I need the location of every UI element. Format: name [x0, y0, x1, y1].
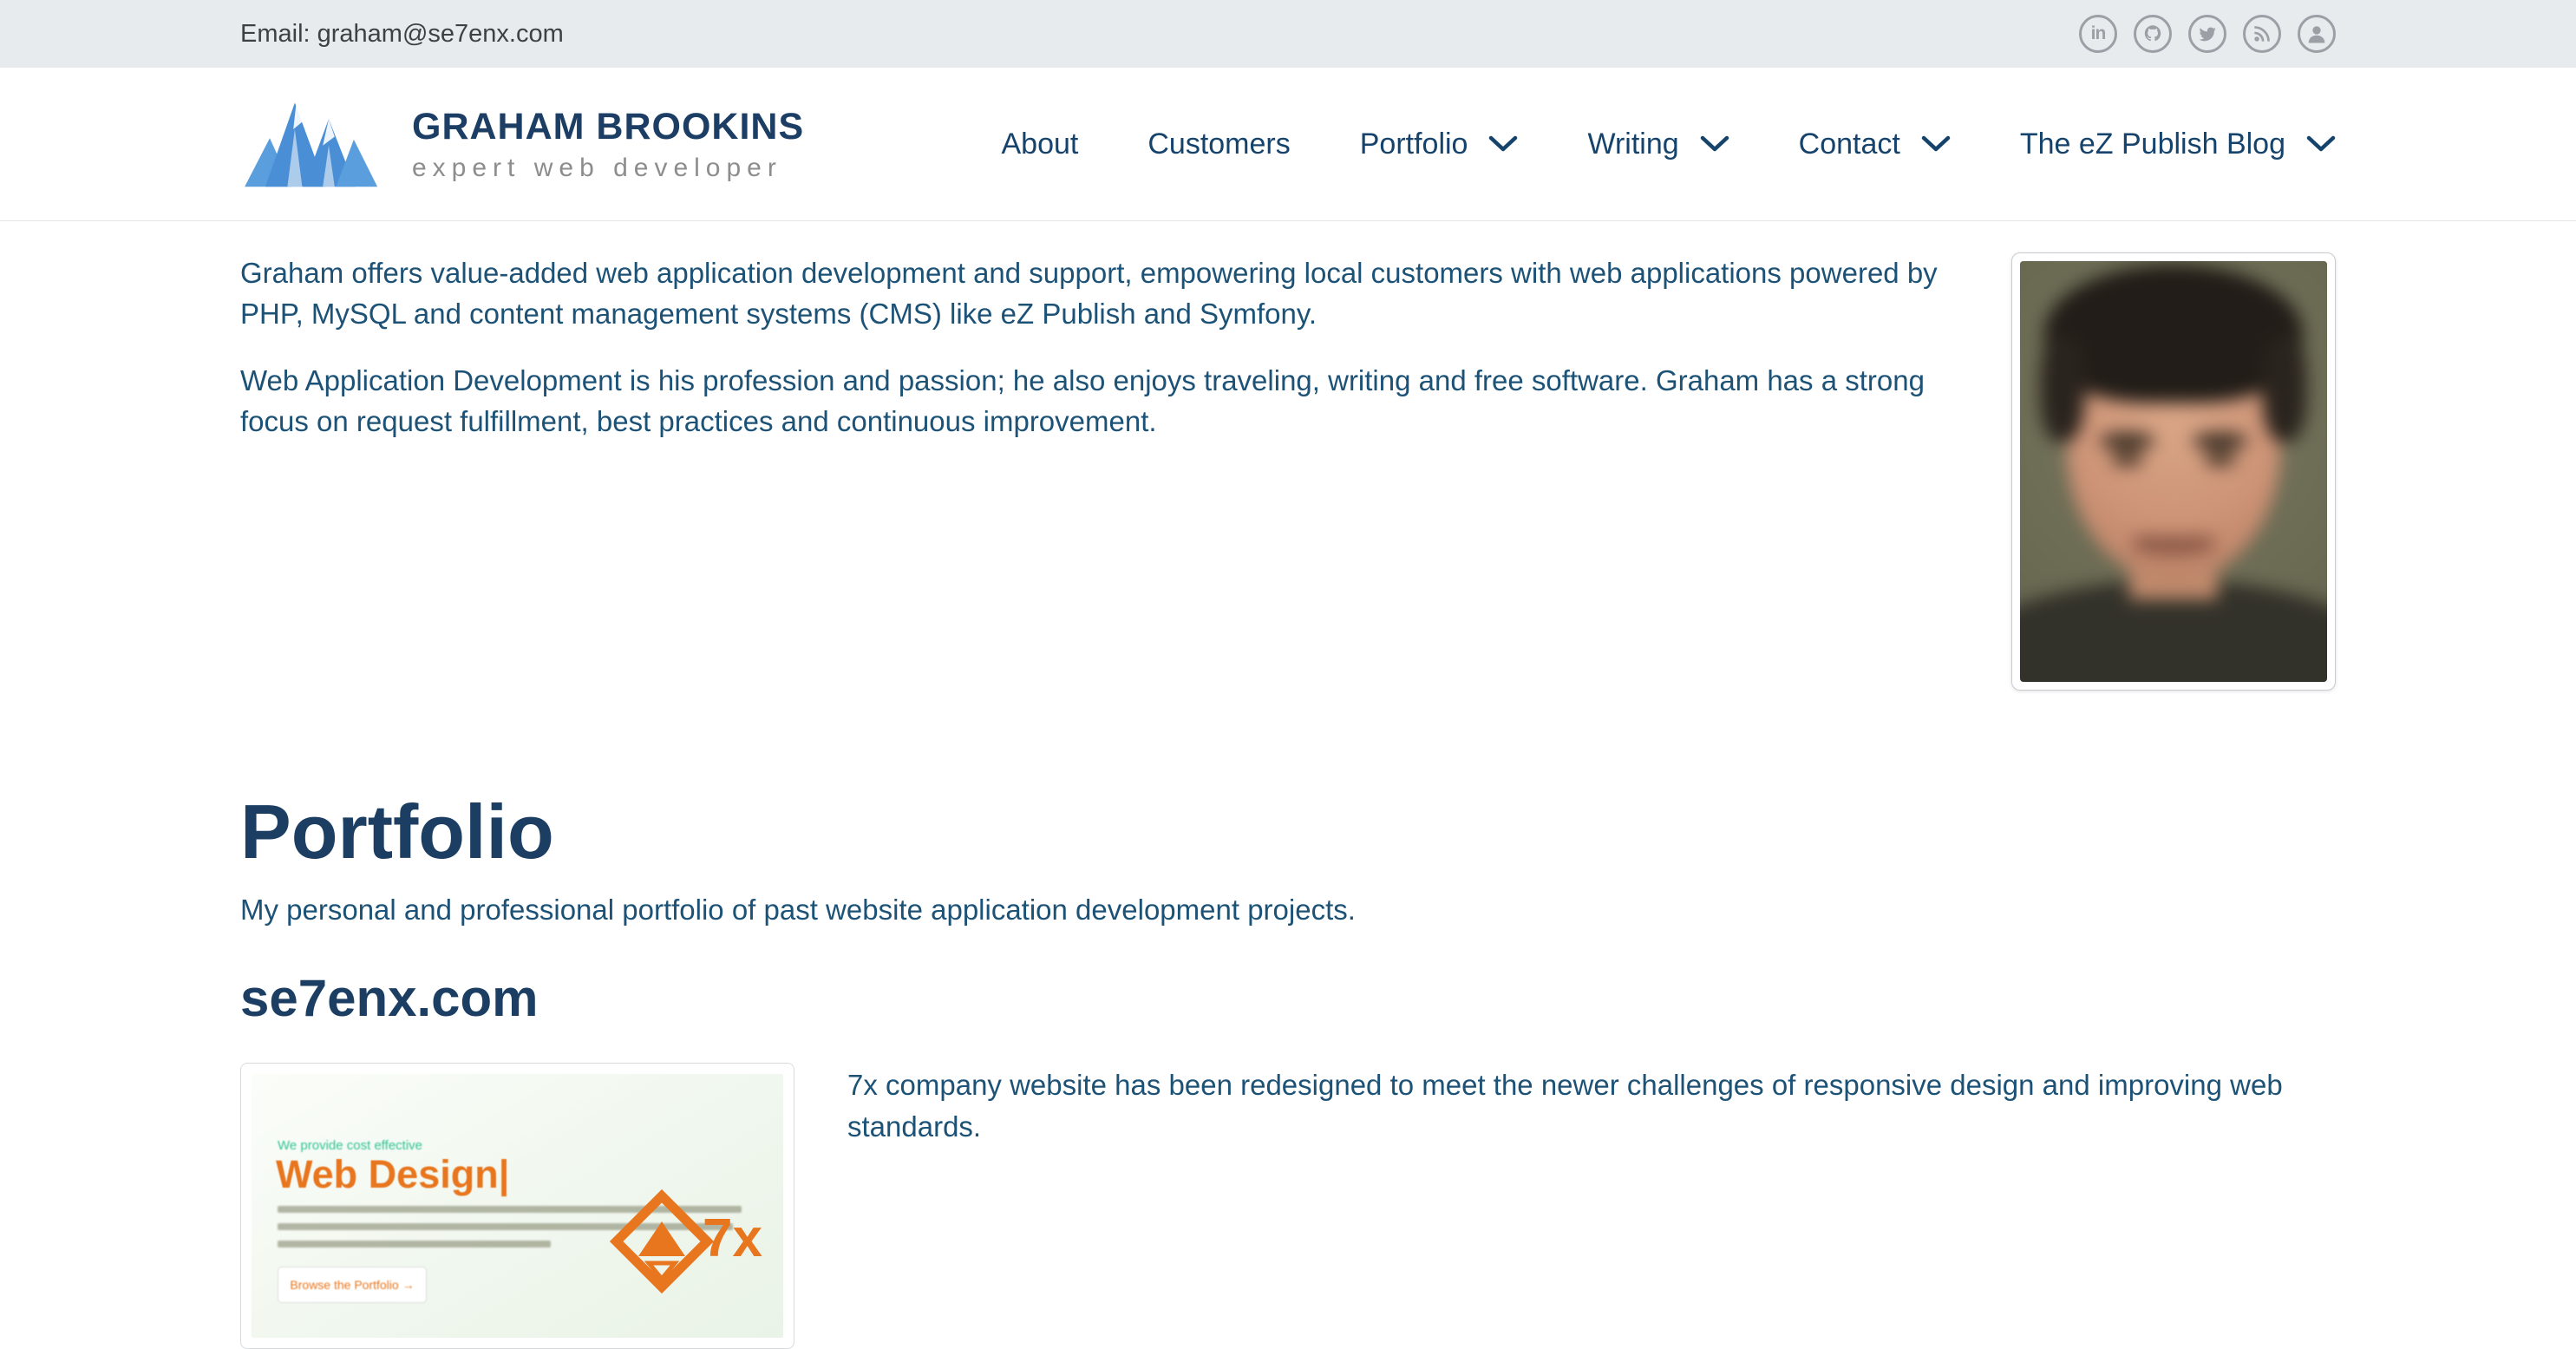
rss-icon[interactable] [2243, 15, 2281, 53]
nav-item-ez-publish-blog[interactable]: The eZ Publish Blog [2020, 128, 2336, 161]
profile-photo [2011, 252, 2336, 691]
project-description: 7x company website has been redesigned t… [847, 1063, 2336, 1148]
chevron-down-icon [1921, 135, 1951, 153]
linkedin-icon[interactable]: in [2079, 15, 2117, 53]
nav-item-about[interactable]: About [1002, 128, 1079, 161]
brand-name: GRAHAM BROOKINS [412, 106, 804, 148]
project-row: We provide cost effective Web Design| Br… [240, 1063, 2336, 1349]
site-header: GRAHAM BROOKINS expert web developer Abo… [0, 68, 2576, 221]
brand-logo-link[interactable]: GRAHAM BROOKINS expert web developer [240, 95, 804, 193]
intro-paragraph-1: Graham offers value-added web applicatio… [240, 252, 1958, 334]
brand-tagline: expert web developer [412, 154, 804, 183]
social-links: in [2079, 15, 2336, 53]
mountain-logo-icon [240, 95, 388, 193]
portfolio-subtitle: My personal and professional portfolio o… [240, 894, 2336, 927]
github-icon[interactable] [2134, 15, 2172, 53]
thumb-browse-button: Browse the Portfolio → [278, 1267, 427, 1303]
main-nav: About Customers Portfolio Writing Contac… [1002, 128, 2337, 161]
project-title-se7enx: se7enx.com [240, 968, 2336, 1028]
thumb-tagline-text: We provide cost effective [278, 1138, 422, 1153]
svg-text:7x: 7x [703, 1208, 762, 1268]
nav-item-customers[interactable]: Customers [1147, 128, 1290, 161]
page-title: Portfolio [240, 790, 2336, 874]
email-text: Email: graham@se7enx.com [240, 20, 564, 49]
chevron-down-icon [2306, 135, 2336, 153]
project-thumbnail-link[interactable]: We provide cost effective Web Design| Br… [240, 1063, 794, 1349]
chevron-down-icon [1700, 135, 1729, 153]
7x-logo-icon: 7x [605, 1176, 779, 1306]
intro-paragraph-2: Web Application Development is his profe… [240, 360, 1958, 442]
chevron-down-icon [1488, 135, 1518, 153]
nav-item-writing[interactable]: Writing [1587, 128, 1729, 161]
nav-item-contact[interactable]: Contact [1799, 128, 1951, 161]
profile-icon[interactable] [2298, 15, 2336, 53]
thumb-headline-text: Web Design| [276, 1152, 509, 1197]
thumb-body-line [278, 1241, 551, 1247]
twitter-icon[interactable] [2188, 15, 2226, 53]
project-screenshot: We provide cost effective Web Design| Br… [252, 1074, 783, 1338]
nav-item-portfolio[interactable]: Portfolio [1360, 128, 1519, 161]
intro-section: Graham offers value-added web applicatio… [240, 252, 2336, 738]
top-bar: Email: graham@se7enx.com in [0, 0, 2576, 68]
portfolio-section: Portfolio My personal and professional p… [240, 790, 2336, 1349]
